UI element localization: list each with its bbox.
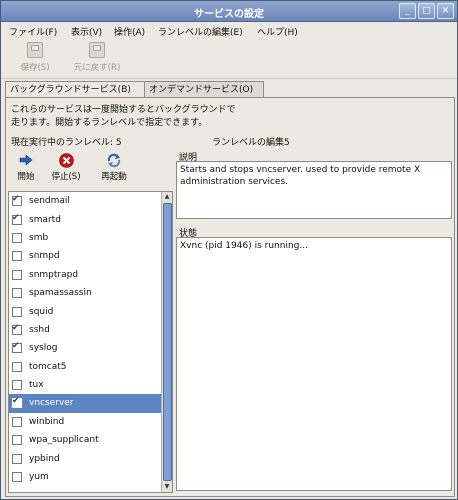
list-item[interactable]: smb bbox=[9, 229, 161, 247]
service-name: smb bbox=[29, 232, 49, 243]
save-icon bbox=[27, 42, 43, 58]
service-checkbox[interactable] bbox=[12, 269, 22, 280]
menu-view[interactable]: 表示(V) bbox=[71, 25, 102, 38]
service-checkbox[interactable] bbox=[12, 380, 22, 391]
list-item[interactable]: yum bbox=[9, 468, 161, 486]
maximize-button[interactable]: □ bbox=[418, 3, 435, 19]
status-textbox[interactable]: Xvnc (pid 1946) is running... bbox=[176, 237, 452, 491]
panel-description: これらのサービスは一度開始するとバックグラウンドで 走ります。開始するランレベル… bbox=[11, 104, 236, 130]
service-checkbox[interactable] bbox=[12, 232, 22, 243]
services-list-rows: sendmail smartd smb snmpd snmptrapd spamassas… bbox=[9, 192, 161, 486]
service-name: smartd bbox=[29, 214, 61, 225]
service-checkbox[interactable] bbox=[12, 213, 22, 225]
services-list[interactable]: sendmail smartd smb snmpd snmptrapd spamassas… bbox=[8, 191, 173, 493]
scroll-up-icon[interactable]: ▲ bbox=[162, 192, 172, 202]
service-name: snmpd bbox=[29, 251, 60, 262]
service-checkbox[interactable] bbox=[12, 288, 22, 299]
revert-button[interactable]: 元に戻す(R) bbox=[64, 42, 130, 73]
service-checkbox[interactable] bbox=[12, 435, 22, 446]
restart-label: 再起動 bbox=[101, 172, 127, 182]
stop-label: 停止(S) bbox=[51, 172, 81, 182]
list-item[interactable]: sshd bbox=[9, 321, 161, 339]
scrollbar-thumb[interactable] bbox=[163, 203, 172, 481]
service-checkbox[interactable] bbox=[12, 323, 22, 335]
stop-button[interactable]: 停止(S) bbox=[46, 152, 86, 182]
save-label: 保存(S) bbox=[20, 63, 50, 73]
description-textbox[interactable]: Starts and stops vncserver. used to prov… bbox=[176, 161, 452, 219]
list-item[interactable]: wpa_supplicant bbox=[9, 431, 161, 449]
scroll-down-icon[interactable]: ▼ bbox=[162, 482, 172, 492]
service-name: tux bbox=[29, 380, 44, 391]
service-name: snmptrapd bbox=[29, 269, 79, 280]
service-name: winbind bbox=[29, 416, 65, 427]
right-arrow-icon bbox=[11, 152, 41, 168]
list-item[interactable]: vncserver bbox=[9, 394, 161, 413]
service-name: tomcat5 bbox=[29, 361, 67, 372]
minimize-button[interactable]: _ bbox=[399, 3, 416, 19]
service-checkbox[interactable] bbox=[12, 416, 22, 427]
stop-icon bbox=[46, 152, 86, 168]
current-runlevel: 現在実行中のランレベル: 5 bbox=[11, 138, 122, 148]
service-name: syslog bbox=[29, 343, 58, 354]
list-item[interactable]: syslog bbox=[9, 339, 161, 357]
menubar: ファイル(F) 表示(V) 操作(A) ランレベルの編集(E) ヘルプ(H) bbox=[1, 22, 457, 39]
service-name: squid bbox=[29, 306, 54, 317]
edit-runlevel-label: ランレベルの編集5 bbox=[212, 138, 290, 148]
service-name: ypbind bbox=[29, 453, 60, 464]
menu-edit-runlevel[interactable]: ランレベルの編集(E) bbox=[158, 25, 243, 38]
list-item[interactable]: tomcat5 bbox=[9, 358, 161, 376]
description-line-2: 走ります。開始するランレベルで指定できます。 bbox=[11, 118, 208, 128]
start-button[interactable]: 開始 bbox=[11, 152, 41, 182]
details-splitter[interactable] bbox=[176, 219, 454, 223]
description-line-1: これらのサービスは一度開始するとバックグラウンドで bbox=[11, 105, 236, 115]
service-name: sshd bbox=[29, 324, 50, 335]
menu-file[interactable]: ファイル(F) bbox=[9, 25, 57, 38]
service-name: vncserver bbox=[29, 398, 74, 409]
titlebar[interactable]: サービスの設定 _ □ ✕ bbox=[1, 1, 457, 22]
list-item[interactable]: sendmail bbox=[9, 192, 161, 210]
service-checkbox[interactable] bbox=[12, 396, 22, 409]
service-checkbox[interactable] bbox=[12, 472, 22, 483]
service-checkbox[interactable] bbox=[12, 361, 22, 372]
close-button[interactable]: ✕ bbox=[437, 3, 454, 19]
window-controls: _ □ ✕ bbox=[399, 3, 454, 19]
revert-icon bbox=[89, 42, 105, 58]
list-item[interactable]: smartd bbox=[9, 210, 161, 228]
services-scrollbar[interactable]: ▲ ▼ bbox=[161, 192, 172, 492]
service-name: wpa_supplicant bbox=[29, 435, 99, 446]
service-checkbox[interactable] bbox=[12, 341, 22, 354]
service-checkbox[interactable] bbox=[12, 453, 22, 464]
service-checkbox[interactable] bbox=[12, 251, 22, 262]
menu-help[interactable]: ヘルプ(H) bbox=[257, 25, 298, 38]
service-name: sendmail bbox=[29, 196, 70, 207]
services-config-window: サービスの設定 _ □ ✕ ファイル(F) 表示(V) 操作(A) ランレベルの… bbox=[0, 0, 458, 500]
revert-label: 元に戻す(R) bbox=[73, 63, 121, 73]
list-item[interactable]: snmpd bbox=[9, 247, 161, 265]
list-item[interactable]: tux bbox=[9, 376, 161, 394]
restart-button[interactable]: 再起動 bbox=[94, 152, 134, 182]
service-checkbox[interactable] bbox=[12, 306, 22, 317]
save-button[interactable]: 保存(S) bbox=[15, 42, 55, 73]
tab-ondemand-services[interactable]: オンデマンドサービス(O) bbox=[144, 81, 264, 98]
start-label: 開始 bbox=[17, 172, 35, 182]
menu-action[interactable]: 操作(A) bbox=[114, 25, 145, 38]
service-checkbox[interactable] bbox=[12, 194, 22, 207]
window-title: サービスの設定 bbox=[194, 9, 264, 20]
restart-icon bbox=[94, 152, 134, 168]
service-name: yum bbox=[29, 472, 49, 483]
toolbar: 保存(S) 元に戻す(R) bbox=[1, 40, 457, 79]
list-item[interactable]: spamassassin bbox=[9, 284, 161, 302]
list-item[interactable]: winbind bbox=[9, 413, 161, 431]
service-actions: 開始 停止(S) 再起動 bbox=[8, 152, 168, 192]
background-services-panel: これらのサービスは一度開始するとバックグラウンドで 走ります。開始するランレベル… bbox=[5, 97, 455, 497]
service-name: spamassassin bbox=[29, 288, 92, 299]
list-item[interactable]: snmptrapd bbox=[9, 266, 161, 284]
list-item[interactable]: ypbind bbox=[9, 449, 161, 467]
list-item[interactable]: squid bbox=[9, 302, 161, 320]
